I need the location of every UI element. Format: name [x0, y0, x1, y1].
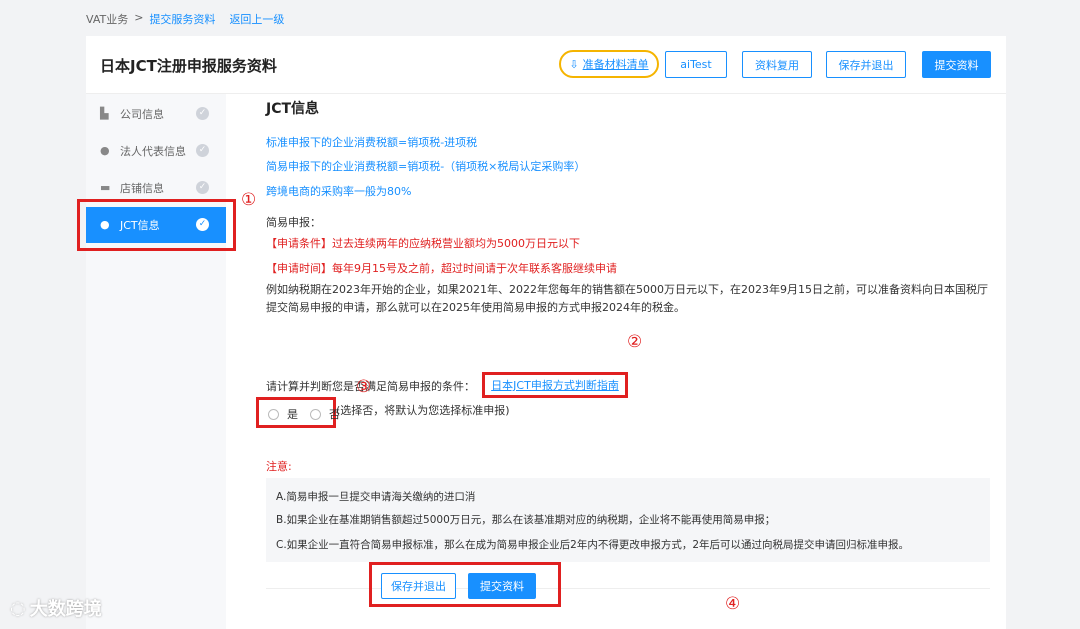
sidebar: ▙ 公司信息 ✓ ● 法人代表信息 ✓ ▬ 店铺信息 ✓ ● JCT信息 ✓ [86, 94, 226, 629]
breadcrumb-separator: > [134, 11, 144, 24]
formula-standard: 标准申报下的企业消费税额=销项税-进项税 [266, 136, 478, 149]
sidebar-item-label: 公司信息 [120, 108, 164, 121]
example-paragraph: 例如纳税期在2023年开始的企业，如果2021年、2022年您每年的销售额在50… [266, 283, 988, 314]
note-item: B.如果企业在基准期销售额超过5000万日元，那么在该基准期对应的纳税期，企业将… [276, 514, 776, 526]
footer-submit-button[interactable]: 提交资料 [468, 573, 536, 599]
check-icon: ✓ [196, 144, 209, 157]
radio-no-hint: (选择否，将默认为您选择标准申报) [336, 404, 510, 417]
shop-icon: ▬ [100, 181, 111, 194]
annotation-2: ② [627, 332, 643, 352]
sidebar-item-label: 店铺信息 [120, 182, 164, 195]
footer-actions: 保存并退出 提交资料 [369, 562, 561, 607]
simple-declaration-title: 简易申报： [266, 216, 321, 229]
note-box: A.简易申报一旦提交申请海关缴纳的进口消 B.如果企业在基准期销售额超过5000… [266, 478, 990, 562]
page-header: 日本JCT注册申报服务资料 ⇩ 准备材料清单 aiTest 资料复用 保存并退出… [86, 36, 1006, 94]
sidebar-item-label: 法人代表信息 [120, 145, 186, 158]
sidebar-item-legal-rep[interactable]: ● 法人代表信息 ✓ [86, 133, 226, 169]
note-item: A.简易申报一旦提交申请海关缴纳的进口消 [276, 491, 476, 503]
chat-bubble-icon: ◌ [10, 597, 26, 619]
annotation-3: ③ [356, 377, 372, 397]
check-icon: ✓ [196, 107, 209, 120]
aitest-button[interactable]: aiTest [665, 51, 727, 78]
submit-button[interactable]: 提交资料 [922, 51, 991, 78]
radio-yes-label: 是 [287, 408, 298, 421]
jct-content: JCT信息 标准申报下的企业消费税额=销项税-进项税 简易申报下的企业消费税额=… [238, 94, 1006, 629]
radio-yes[interactable] [268, 409, 279, 420]
footer-save-exit-button[interactable]: 保存并退出 [381, 573, 456, 599]
person-icon: ● [100, 144, 110, 157]
jct-guide-link[interactable]: 日本JCT申报方式判断指南 [482, 372, 628, 398]
formula-simple: 简易申报下的企业消费税额=销项税-（销项税×税局认定采购率） [266, 160, 586, 173]
save-exit-button[interactable]: 保存并退出 [826, 51, 906, 78]
reuse-button[interactable]: 资料复用 [742, 51, 812, 78]
application-time: 【申请时间】每年9月15号及之前，超过时间请于次年联系客服继续申请 [266, 262, 617, 275]
section-title: JCT信息 [266, 101, 320, 117]
breadcrumb: VAT业务 > 提交服务资料 返回上一级 [86, 11, 284, 27]
download-icon: ⇩ [569, 57, 579, 71]
prepare-materials-label: 准备材料清单 [582, 58, 649, 71]
watermark-text: 大数跨境 [29, 599, 102, 620]
annotation-1: ① [241, 190, 257, 210]
note-item: C.如果企业一直符合简易申报标准，那么在成为简易申报企业后2年内不得更改申报方式… [276, 539, 910, 551]
application-condition: 【申请条件】过去连续两年的应纳税营业额均为5000万日元以下 [266, 237, 580, 250]
main-card: 日本JCT注册申报服务资料 ⇩ 准备材料清单 aiTest 资料复用 保存并退出… [86, 36, 1006, 629]
note-title: 注意: [266, 460, 292, 473]
building-icon: ▙ [100, 107, 109, 120]
sidebar-item-company[interactable]: ▙ 公司信息 ✓ [86, 96, 226, 132]
purchase-rate-note: 跨境电商的采购率一般为80% [266, 185, 412, 198]
page-title: 日本JCT注册申报服务资料 [100, 57, 277, 75]
check-icon: ✓ [196, 181, 209, 194]
annotation-4: ④ [725, 594, 741, 614]
breadcrumb-root[interactable]: VAT业务 [86, 11, 128, 27]
jct-guide-label: 日本JCT申报方式判断指南 [491, 379, 619, 392]
simple-declaration-radio-group: 是 否 [256, 397, 340, 428]
brand-watermark: ◌ 大数跨境 [10, 595, 102, 621]
back-link[interactable]: 返回上一级 [229, 11, 284, 27]
breadcrumb-current[interactable]: 提交服务资料 [149, 11, 215, 27]
annotation-box-1 [77, 199, 236, 251]
radio-no[interactable] [310, 409, 321, 420]
prepare-materials-link[interactable]: ⇩ 准备材料清单 [559, 50, 659, 78]
